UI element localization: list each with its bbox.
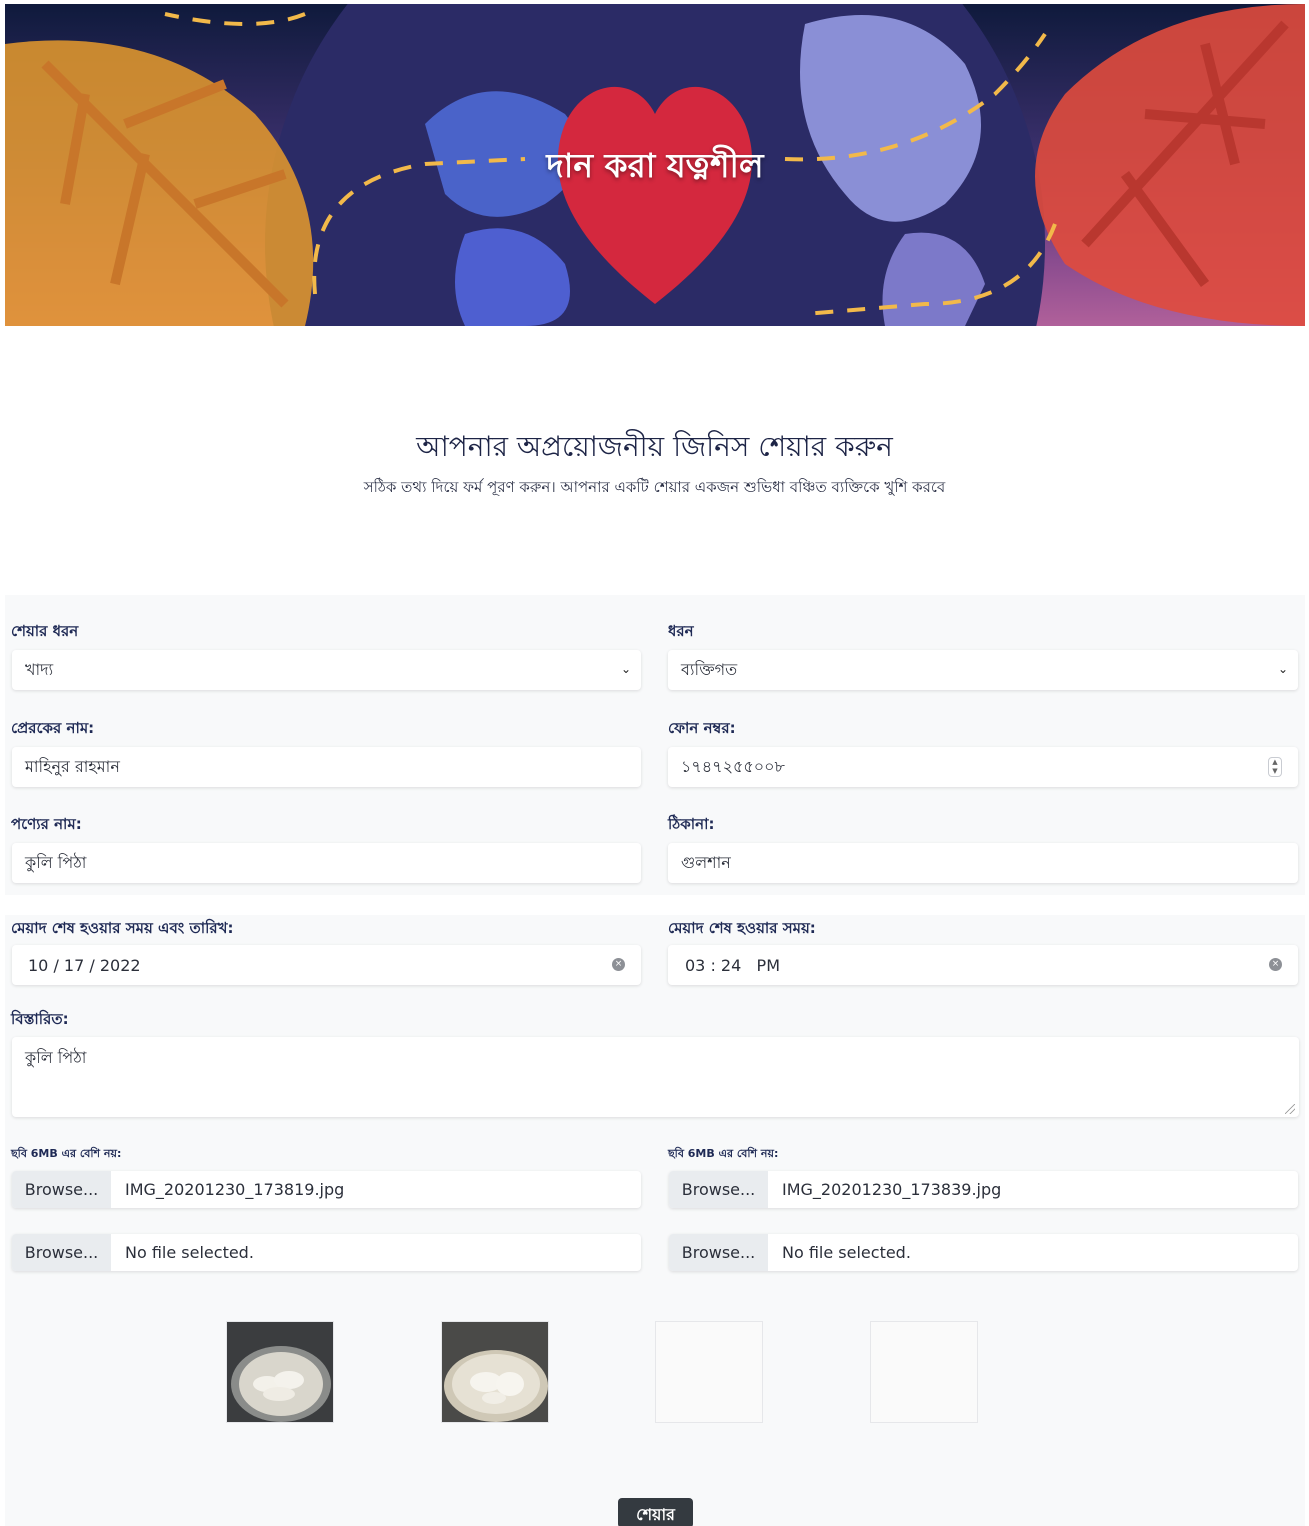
type-select[interactable]: ব্যক্তিগত ⌄: [668, 650, 1298, 690]
file-name: IMG_20201230_173819.jpg: [125, 1180, 345, 1199]
hero-banner: দান করা যত্নশীল: [5, 4, 1305, 326]
address-label: ঠিকানা:: [668, 815, 715, 833]
chevron-down-icon: ⌄: [1277, 662, 1288, 676]
product-name-input[interactable]: কুলি পিঠা: [12, 843, 641, 883]
sender-name-input[interactable]: মাহিনুর রাহমান: [12, 747, 641, 787]
image-size-note-right: ছবি 6MB এর বেশি নয়:: [668, 1147, 779, 1160]
expiry-time-label: মেয়াদ শেষ হওয়ার সময়:: [668, 919, 816, 937]
address-input[interactable]: গুলশান: [668, 843, 1298, 883]
file-input-4[interactable]: Browse... No file selected.: [669, 1234, 1298, 1271]
image-size-note-left: ছবি 6MB এর বেশি নয়:: [11, 1147, 122, 1160]
page-title: আপনার অপ্রয়োজনীয় জিনিস শেয়ার করুন: [416, 430, 893, 463]
product-name-label: পণ্যের নাম:: [11, 815, 82, 833]
file-input-1[interactable]: Browse... IMG_20201230_173819.jpg: [12, 1171, 641, 1208]
chevron-down-icon: ⌄: [620, 662, 631, 676]
resize-handle-icon[interactable]: [1285, 1104, 1295, 1114]
image-preview-1: [226, 1321, 334, 1423]
spinner-icon[interactable]: ▲ ▼: [1268, 757, 1282, 777]
type-value: ব্যক্তিগত: [681, 659, 738, 679]
product-name-value: কুলি পিঠা: [25, 852, 87, 872]
sender-name-value: মাহিনুর রাহমান: [25, 756, 120, 776]
details-label: বিস্তারিত:: [11, 1010, 69, 1028]
clear-icon[interactable]: ×: [612, 958, 625, 971]
expiry-time-input[interactable]: 03 : 24 PM ×: [668, 945, 1298, 985]
image-preview-empty: [870, 1321, 978, 1423]
browse-button[interactable]: Browse...: [12, 1171, 111, 1208]
details-textarea[interactable]: কুলি পিঠা: [12, 1037, 1299, 1117]
address-value: গুলশান: [681, 852, 731, 872]
image-preview-empty: [655, 1321, 763, 1423]
form-section-bottom: [5, 915, 1305, 1526]
expiry-time-value: 03 : 24 PM: [685, 955, 780, 975]
expiry-date-value: 10 / 17 / 2022: [28, 955, 141, 975]
sender-name-label: প্রেরকের নাম:: [11, 719, 95, 737]
browse-button[interactable]: Browse...: [669, 1234, 768, 1271]
banner-title: দান করা যত্নশীল: [546, 146, 764, 185]
share-button[interactable]: শেয়ার: [618, 1498, 693, 1526]
browse-button[interactable]: Browse...: [12, 1234, 111, 1271]
browse-button[interactable]: Browse...: [669, 1171, 768, 1208]
phone-input[interactable]: ১৭৪৭২৫৫০০৮ ▲ ▼: [668, 747, 1298, 787]
page-subtitle: সঠিক তথ্য দিয়ে ফর্ম পূরণ করুন। আপনার এক…: [363, 478, 946, 496]
file-input-2[interactable]: Browse... IMG_20201230_173839.jpg: [669, 1171, 1298, 1208]
expiry-date-input[interactable]: 10 / 17 / 2022 ×: [12, 945, 641, 985]
file-input-3[interactable]: Browse... No file selected.: [12, 1234, 641, 1271]
share-type-label: শেয়ার ধরন: [11, 622, 79, 640]
file-name: No file selected.: [125, 1243, 254, 1262]
image-preview-2: [441, 1321, 549, 1423]
type-label: ধরন: [668, 622, 694, 640]
phone-label: ফোন নম্বর:: [668, 719, 736, 737]
share-type-select[interactable]: খাদ্য ⌄: [12, 650, 641, 690]
details-value: কুলি পিঠা: [25, 1048, 87, 1067]
file-name: No file selected.: [782, 1243, 911, 1262]
clear-icon[interactable]: ×: [1269, 958, 1282, 971]
phone-value: ১৭৪৭২৫৫০০৮: [681, 756, 785, 776]
file-name: IMG_20201230_173839.jpg: [782, 1180, 1002, 1199]
share-type-value: খাদ্য: [25, 659, 54, 679]
expiry-date-label: মেয়াদ শেষ হওয়ার সময় এবং তারিখ:: [11, 919, 234, 937]
